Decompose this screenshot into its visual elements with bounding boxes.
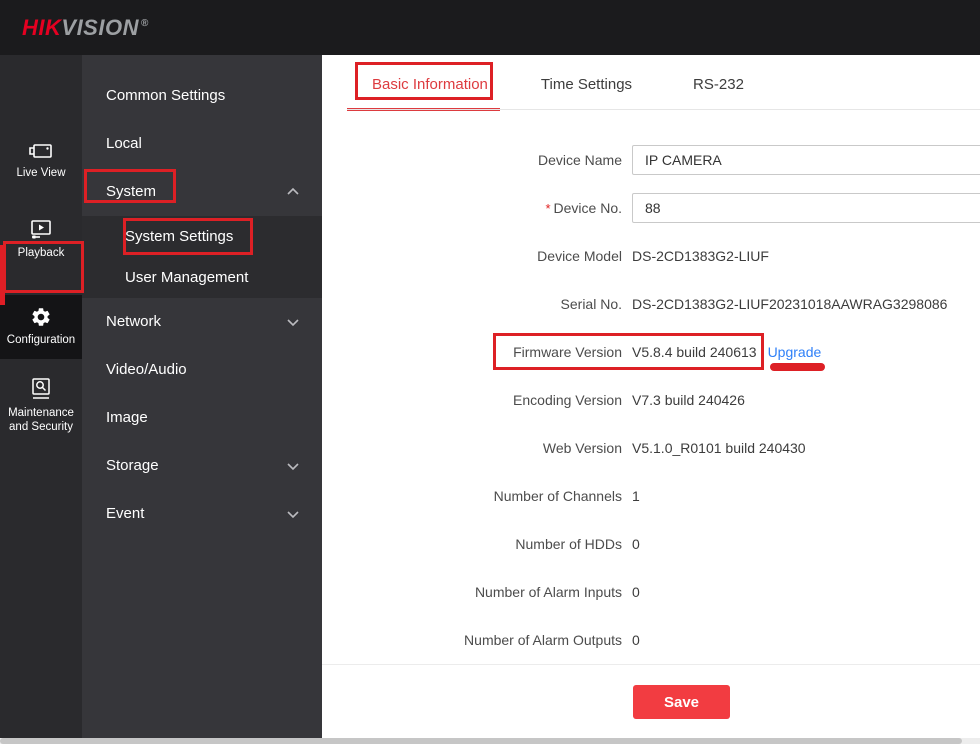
hikvision-logo: HIKVISION®	[22, 15, 149, 41]
field-value: 1	[632, 488, 640, 504]
menu-item-system[interactable]: System	[82, 168, 322, 216]
nav-item-label: Playback	[18, 246, 65, 260]
menu-item-label: Common Settings	[106, 87, 225, 104]
horizontal-scrollbar-thumb[interactable]	[0, 738, 962, 744]
system-submenu: System Settings User Management	[82, 216, 322, 298]
menu-item-label: System Settings	[125, 228, 233, 245]
field-label: Web Version	[322, 440, 622, 456]
form-row-number-of-alarm-outputs: Number of Alarm Outputs 0	[322, 616, 980, 664]
tab-rs232[interactable]: RS-232	[693, 76, 744, 93]
menu-item-label: Storage	[106, 457, 159, 474]
menu-item-label: User Management	[125, 269, 248, 286]
field-value: DS-2CD1383G2-LIUF	[632, 248, 769, 264]
upgrade-link[interactable]: Upgrade	[768, 344, 822, 360]
menu-item-common-settings[interactable]: Common Settings	[82, 72, 322, 120]
save-area: Save	[322, 664, 980, 719]
field-label: Number of Alarm Inputs	[322, 584, 622, 600]
tab-bar: Basic Information Time Settings RS-232	[322, 55, 980, 110]
active-nav-indicator	[0, 245, 5, 305]
form-row-number-of-alarm-inputs: Number of Alarm Inputs 0	[322, 568, 980, 616]
logo-vision-text: VISION	[61, 15, 139, 40]
nav-item-live-view[interactable]: Live View	[0, 141, 82, 180]
tab-time-settings[interactable]: Time Settings	[541, 76, 632, 93]
field-label: Firmware Version	[322, 344, 622, 360]
nav-item-playback[interactable]: Playback	[0, 219, 82, 260]
menu-item-event[interactable]: Event	[82, 490, 322, 538]
nav-item-configuration[interactable]: Configuration	[0, 295, 82, 359]
horizontal-scrollbar[interactable]	[0, 738, 980, 744]
field-value: V5.1.0_R0101 build 240430	[632, 440, 806, 456]
menu-item-label: Image	[106, 409, 148, 426]
field-label: Number of Channels	[322, 488, 622, 504]
logo-registered-mark: ®	[141, 18, 149, 29]
field-value: 0	[632, 632, 640, 648]
field-value: 0	[632, 536, 640, 552]
primary-nav-sidebar: Live View Playback Configuration	[0, 55, 82, 739]
field-label: Device Name	[322, 152, 622, 168]
menu-item-video-audio[interactable]: Video/Audio	[82, 346, 322, 394]
field-label: Number of Alarm Outputs	[322, 632, 622, 648]
form-row-device-no: * Device No.	[322, 184, 980, 232]
form-row-encoding-version: Encoding Version V7.3 build 240426	[322, 376, 980, 424]
field-value: V7.3 build 240426	[632, 392, 745, 408]
device-name-input[interactable]	[632, 145, 980, 175]
field-label-text: Device No.	[554, 200, 622, 216]
menu-item-label: Event	[106, 505, 144, 522]
chevron-down-icon	[286, 508, 300, 520]
form-row-firmware-version: Firmware Version V5.8.4 build 240613 Upg…	[322, 328, 980, 376]
menu-item-storage[interactable]: Storage	[82, 442, 322, 490]
hikvision-config-page: HIKVISION® Live View	[0, 0, 980, 744]
form-row-number-of-hdds: Number of HDDs 0	[322, 520, 980, 568]
device-no-input[interactable]	[632, 193, 980, 223]
gear-icon	[30, 306, 52, 328]
form-row-number-of-channels: Number of Channels 1	[322, 472, 980, 520]
field-label: Serial No.	[322, 296, 622, 312]
menu-item-network[interactable]: Network	[82, 298, 322, 346]
form-row-device-model: Device Model DS-2CD1383G2-LIUF	[322, 232, 980, 280]
menu-item-label: System	[106, 183, 156, 200]
menu-item-label: Video/Audio	[106, 361, 187, 378]
field-label: Number of HDDs	[322, 536, 622, 552]
menu-item-local[interactable]: Local	[82, 120, 322, 168]
chevron-down-icon	[286, 316, 300, 328]
save-button[interactable]: Save	[633, 685, 730, 719]
nav-item-label: Maintenance and Security	[0, 406, 82, 435]
chevron-up-icon	[286, 186, 300, 198]
top-bar: HIKVISION®	[0, 0, 980, 55]
main-content: Basic Information Time Settings RS-232 D…	[322, 55, 980, 739]
basic-information-form: Device Name * Device No. Device Model DS-…	[322, 136, 980, 664]
menu-item-user-management[interactable]: User Management	[82, 257, 322, 298]
field-value: DS-2CD1383G2-LIUF20231018AAWRAG3298086	[632, 296, 947, 312]
field-label: Encoding Version	[322, 392, 622, 408]
form-row-device-name: Device Name	[322, 136, 980, 184]
field-label: Device Model	[322, 248, 622, 264]
active-tab-underline	[347, 108, 500, 111]
form-row-web-version: Web Version V5.1.0_R0101 build 240430	[322, 424, 980, 472]
nav-item-maintenance-security[interactable]: Maintenance and Security	[0, 377, 82, 435]
field-value: 0	[632, 584, 640, 600]
field-value: V5.8.4 build 240613	[632, 344, 757, 360]
chevron-down-icon	[286, 460, 300, 472]
nav-item-label: Live View	[16, 166, 65, 180]
play-icon	[28, 219, 54, 241]
menu-item-system-settings[interactable]: System Settings	[82, 216, 322, 257]
field-label: * Device No.	[322, 200, 622, 216]
logo-hik-text: HIK	[22, 15, 61, 40]
config-menu-panel: Common Settings Local System System Sett…	[82, 55, 322, 739]
maintenance-icon	[30, 377, 52, 401]
tab-basic-information[interactable]: Basic Information	[372, 76, 488, 93]
video-camera-icon	[28, 141, 54, 161]
form-row-serial-no: Serial No. DS-2CD1383G2-LIUF20231018AAWR…	[322, 280, 980, 328]
menu-item-label: Local	[106, 135, 142, 152]
menu-item-label: Network	[106, 313, 161, 330]
menu-item-image[interactable]: Image	[82, 394, 322, 442]
nav-item-label: Configuration	[7, 333, 75, 347]
required-asterisk: *	[545, 201, 550, 216]
